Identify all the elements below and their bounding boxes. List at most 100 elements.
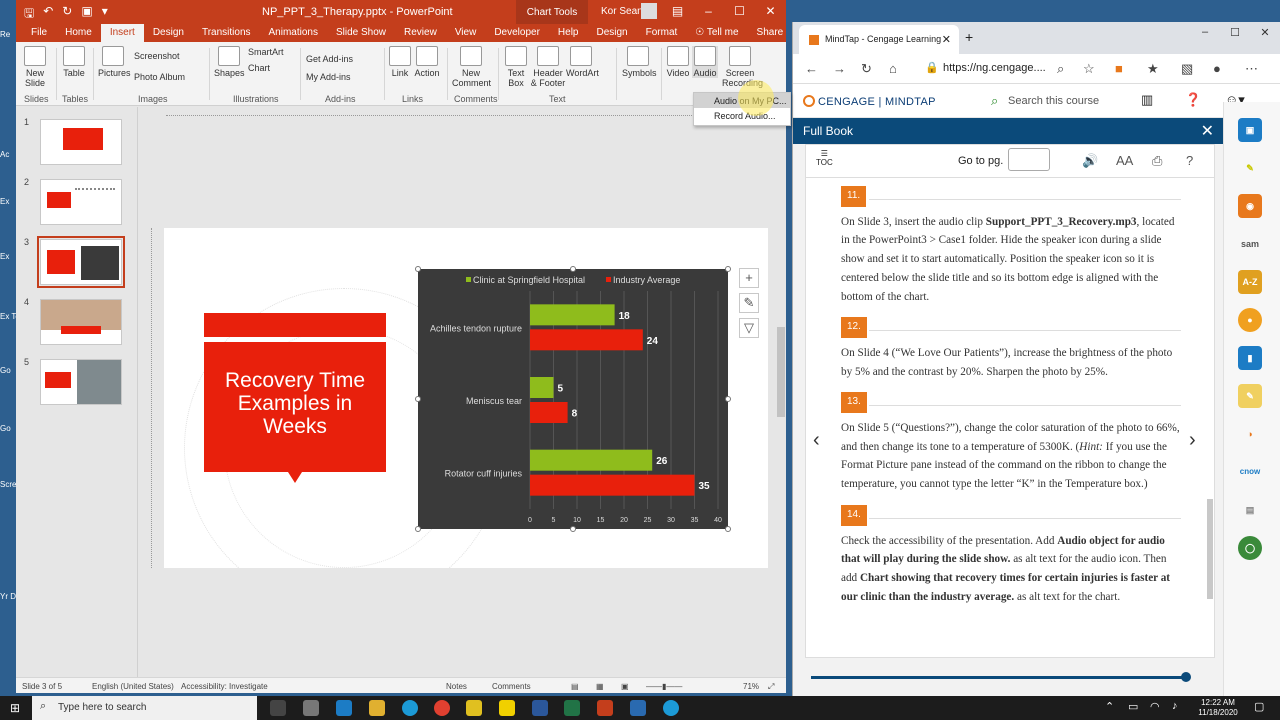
resize-handle[interactable] <box>725 526 731 532</box>
toc-button[interactable]: ☰ TOC <box>816 149 833 167</box>
notifications-icon[interactable]: ▢ <box>1254 700 1264 713</box>
forward-icon[interactable]: → <box>833 61 846 76</box>
app-icon[interactable] <box>630 700 646 716</box>
photo-album-button[interactable]: Photo Album <box>134 72 185 82</box>
shapes-button[interactable]: Shapes <box>214 46 245 78</box>
analytics-icon[interactable]: ▥ <box>1141 92 1153 108</box>
slide-sorter-icon[interactable]: ▦ <box>596 682 604 691</box>
home-icon[interactable]: ⌂ <box>889 61 897 76</box>
profile-icon[interactable]: ● <box>1213 61 1221 76</box>
close-icon[interactable]: ✕ <box>755 0 786 18</box>
language[interactable]: English (United States) <box>92 682 174 691</box>
text-box-button[interactable]: Text Box <box>504 46 528 88</box>
briefcase-app-icon[interactable]: ▣ <box>1238 118 1262 142</box>
cnow-app-icon[interactable]: cnow <box>1238 460 1262 484</box>
chart-filters-button[interactable]: ▽ <box>739 318 759 338</box>
get-addins-button[interactable]: Get Add-ins <box>306 54 353 64</box>
highlighter-app-icon[interactable]: ✎ <box>1238 156 1262 180</box>
tray-chevron-icon[interactable]: ⌃ <box>1105 700 1114 713</box>
desktop-icon-label[interactable]: Yr Do <box>0 592 16 602</box>
taskbar-search[interactable]: ⌕ Type here to search <box>32 696 257 720</box>
tab-review[interactable]: Review <box>395 24 446 42</box>
new-comment-button[interactable]: New Comment <box>452 46 491 88</box>
tell-me-search[interactable]: ☉ Tell me <box>686 24 747 42</box>
tab-design[interactable]: Design <box>587 24 636 42</box>
bar[interactable] <box>530 329 643 351</box>
screenshot-button[interactable]: Screenshot <box>134 51 180 61</box>
app-icon[interactable] <box>303 700 319 716</box>
resize-handle[interactable] <box>725 396 731 402</box>
text-size-icon[interactable]: AA <box>1116 153 1133 168</box>
help-icon[interactable]: ? <box>1186 153 1193 168</box>
read-aloud-icon[interactable]: 🔊 <box>1082 153 1098 169</box>
refresh-icon[interactable]: ↻ <box>861 61 872 77</box>
resize-handle[interactable] <box>415 526 421 532</box>
favorite-star-icon[interactable]: ☆ <box>1083 61 1095 77</box>
orange-app-icon[interactable]: ● <box>1238 308 1262 332</box>
chart[interactable]: 0 5 10 15 20 25 30 35 40 Clinic at Springfield Ho… <box>418 269 728 529</box>
chart-elements-button[interactable]: + <box>739 268 759 288</box>
bar[interactable] <box>530 449 653 471</box>
slide-thumbnail-2[interactable] <box>40 179 122 225</box>
smartart-button[interactable]: SmartArt <box>248 47 284 57</box>
desktop-icon-label[interactable]: Re <box>0 30 16 40</box>
volume-icon[interactable]: ♪ <box>1172 700 1178 712</box>
notes-button[interactable]: Notes <box>446 682 467 691</box>
minimize-icon[interactable]: – <box>693 0 724 18</box>
wordart-button[interactable]: WordArt <box>566 46 599 78</box>
resize-handle[interactable] <box>415 396 421 402</box>
save-icon[interactable]: 🖫 <box>24 4 34 25</box>
desktop-icon-label[interactable]: Scre <box>0 480 16 490</box>
page-input[interactable] <box>1008 148 1050 171</box>
action-button[interactable]: Action <box>414 46 440 78</box>
course-search[interactable]: Search this course <box>1008 95 1099 107</box>
close-tab-icon[interactable]: ✕ <box>942 33 951 46</box>
tab-help[interactable]: Help <box>549 24 588 42</box>
rss-app-icon[interactable]: ◉ <box>1238 194 1262 218</box>
prev-page-icon[interactable]: ‹ <box>813 429 820 452</box>
browser-tab[interactable]: MindTap - Cengage Learning ✕ <box>799 25 959 54</box>
zoom-level[interactable]: 71% <box>743 682 759 691</box>
collections-icon[interactable]: ▧ <box>1181 61 1193 77</box>
tab-developer[interactable]: Developer <box>485 24 549 42</box>
chrome-icon[interactable] <box>434 700 450 716</box>
tab-insert[interactable]: Insert <box>100 24 144 42</box>
vertical-scrollbar[interactable] <box>776 107 786 667</box>
normal-view-icon[interactable]: ▤ <box>571 682 579 691</box>
help-icon[interactable]: ❓ <box>1185 92 1201 108</box>
slide-canvas[interactable]: Recovery Time Examples in Weeks 0 5 10 15 20… <box>164 228 768 568</box>
pictures-button[interactable]: Pictures <box>98 46 131 78</box>
app-icon[interactable] <box>336 700 352 716</box>
comments-button[interactable]: Comments <box>492 682 531 691</box>
edge-icon[interactable] <box>402 700 418 716</box>
slide-thumbnail-1[interactable] <box>40 119 122 165</box>
sticky-notes-icon[interactable] <box>466 700 482 716</box>
favorites-icon[interactable]: ★ <box>1147 61 1159 77</box>
bar[interactable] <box>530 304 615 326</box>
customize-qat-icon[interactable]: ▾ <box>102 4 108 25</box>
ribbon-display-icon[interactable]: ▤ <box>662 0 693 18</box>
tab-file[interactable]: File <box>22 24 56 42</box>
desktop-icon-label[interactable]: Ac <box>0 150 16 160</box>
close-icon[interactable]: ✕ <box>1250 22 1280 39</box>
reader-scrollbar[interactable] <box>1206 179 1214 655</box>
link-button[interactable]: Link <box>388 46 412 78</box>
address-bar[interactable]: https://ng.cengage.... <box>943 58 1088 80</box>
tab-slide-show[interactable]: Slide Show <box>327 24 395 42</box>
close-panel-icon[interactable]: ✕ <box>1201 121 1214 141</box>
slide-thumbnail-5[interactable] <box>40 359 122 405</box>
resize-handle[interactable] <box>725 266 731 272</box>
zoom-icon[interactable]: ⌕ <box>1057 61 1064 77</box>
video-button[interactable]: Video <box>666 46 690 78</box>
header-footer-button[interactable]: Header & Footer <box>530 46 566 88</box>
sam-app-icon[interactable]: sam <box>1238 232 1262 256</box>
minimize-icon[interactable]: – <box>1190 22 1220 39</box>
redo-icon[interactable]: ↻ <box>62 4 72 25</box>
bar[interactable] <box>530 474 695 496</box>
my-addins-button[interactable]: My Add-ins <box>306 72 351 82</box>
share-button[interactable]: Share <box>748 24 786 42</box>
search-icon[interactable]: ⌕ <box>991 93 998 109</box>
clock[interactable]: 12:22 AM 11/18/2020 <box>1194 698 1242 718</box>
app-icon[interactable] <box>663 700 679 716</box>
tab-format[interactable]: Format <box>637 24 687 42</box>
